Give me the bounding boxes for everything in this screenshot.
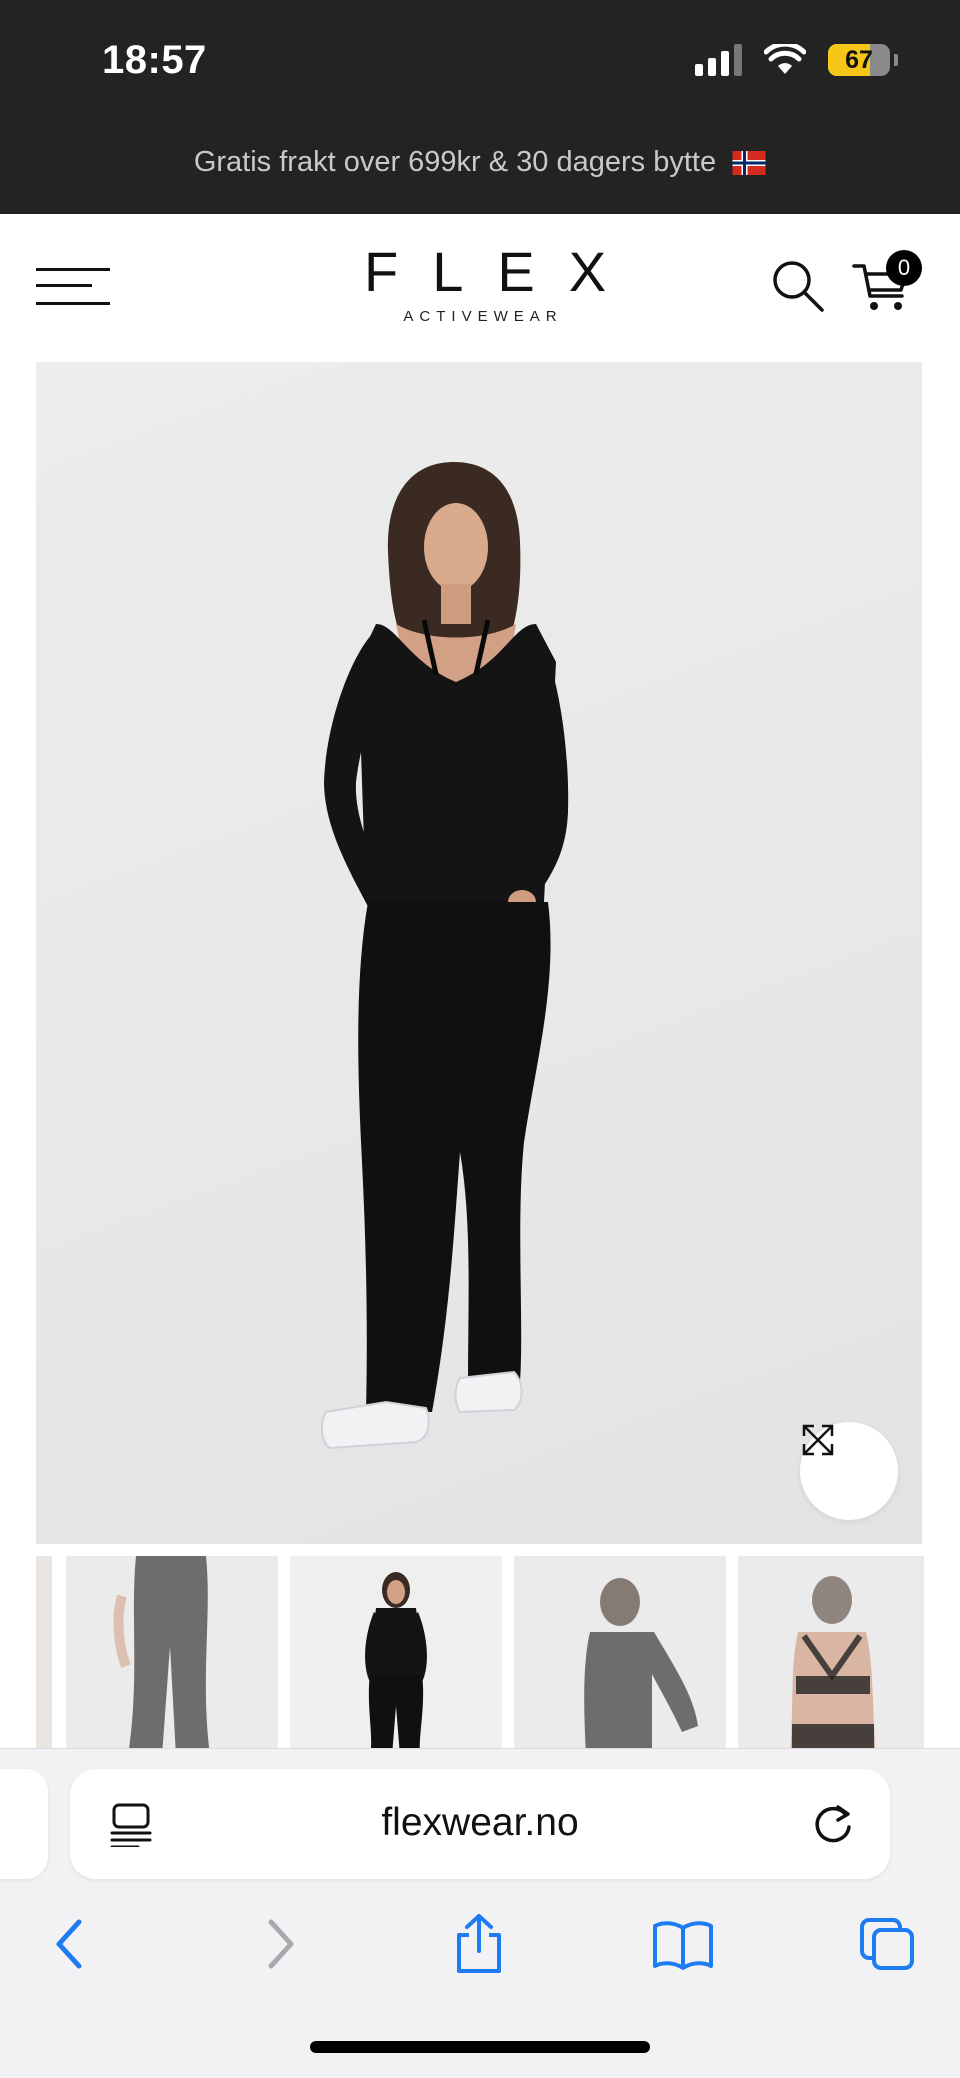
menu-icon xyxy=(36,268,110,271)
forward-button[interactable] xyxy=(244,1909,314,1979)
logo-tagline: ACTIVEWEAR xyxy=(403,308,563,325)
previous-tab-peek[interactable] xyxy=(0,1769,48,1879)
wifi-icon xyxy=(764,44,806,74)
top-banner: 18:57 67 Gratis frakt over 699kr & 30 da… xyxy=(0,0,960,214)
thumbnail-partial[interactable] xyxy=(36,1556,52,1748)
model-illustration xyxy=(320,462,569,1450)
address-bar[interactable]: flexwear.no xyxy=(70,1769,890,1879)
logo-wordmark: FLEX xyxy=(364,240,641,303)
url-text: flexwear.no xyxy=(381,1801,579,1844)
cart-count-badge: 0 xyxy=(886,250,922,286)
menu-button[interactable] xyxy=(36,264,112,308)
share-icon xyxy=(457,1914,501,1973)
norway-flag-icon xyxy=(732,151,766,176)
battery-icon: 67 xyxy=(828,44,890,76)
thumbnail-bra-back-view[interactable] xyxy=(738,1556,924,1748)
search-icon xyxy=(773,261,824,312)
thumbnail-top-side-view[interactable] xyxy=(514,1556,726,1748)
status-indicators: 67 xyxy=(695,44,898,76)
home-indicator xyxy=(310,2041,650,2053)
bookmarks-icon xyxy=(653,1921,713,1970)
expand-image-button[interactable] xyxy=(800,1422,898,1520)
share-button[interactable] xyxy=(444,1909,514,1979)
battery-level: 67 xyxy=(845,46,873,74)
search-button[interactable] xyxy=(770,258,826,314)
bookmarks-button[interactable] xyxy=(648,1909,718,1979)
signal-icon xyxy=(695,44,742,76)
browser-toolbar: flexwear.no xyxy=(0,1748,960,2078)
tabs-icon xyxy=(860,1918,914,1970)
promo-banner[interactable]: Gratis frakt over 699kr & 30 dagers bytt… xyxy=(0,146,960,179)
cart-button[interactable]: 0 xyxy=(852,250,924,316)
thumbnail-leggings-back-view[interactable] xyxy=(66,1556,278,1748)
tabs-button[interactable] xyxy=(852,1909,922,1979)
thumbnail-full-outfit-front[interactable] xyxy=(290,1556,502,1748)
back-icon xyxy=(56,1919,82,1969)
back-button[interactable] xyxy=(36,1909,106,1979)
product-main-image[interactable] xyxy=(36,362,922,1544)
forward-icon xyxy=(268,1919,294,1969)
reload-icon[interactable] xyxy=(810,1801,856,1847)
status-time: 18:57 xyxy=(102,38,207,82)
thumbnail-strip[interactable] xyxy=(0,1556,960,1748)
promo-text: Gratis frakt over 699kr & 30 dagers bytt… xyxy=(193,146,717,178)
expand-icon xyxy=(802,1424,834,1456)
brand-logo[interactable]: FLEX ACTIVEWEAR xyxy=(330,240,630,325)
